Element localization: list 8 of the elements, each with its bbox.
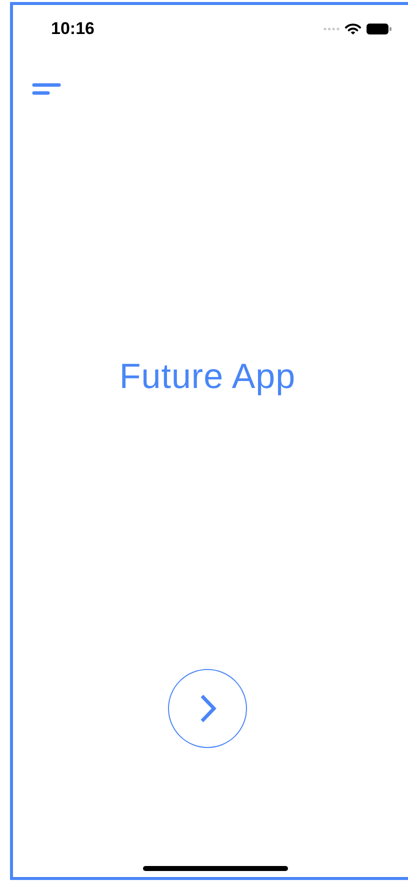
status-time: 10:16	[51, 18, 94, 40]
wifi-icon	[345, 23, 361, 35]
app-title: Future App	[119, 356, 296, 398]
menu-icon	[32, 83, 61, 95]
next-button[interactable]	[168, 668, 247, 748]
signal-icon	[323, 27, 340, 31]
chevron-right-icon	[198, 692, 216, 724]
battery-icon	[366, 23, 392, 35]
